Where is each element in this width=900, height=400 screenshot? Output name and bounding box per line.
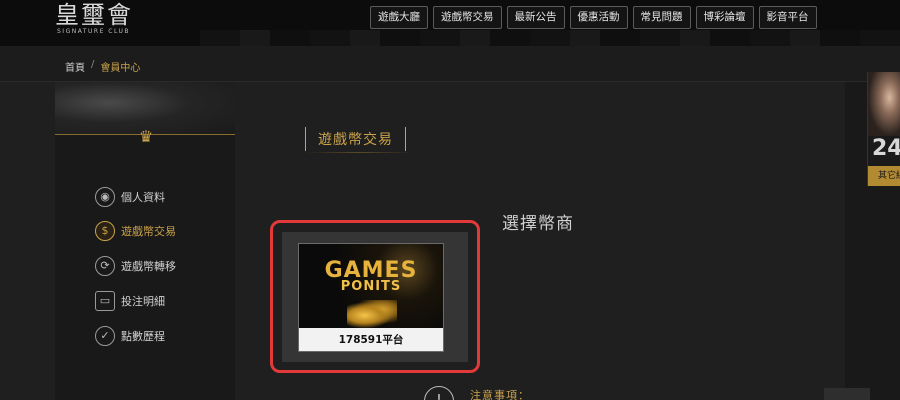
info-icon: ! — [424, 386, 454, 400]
breadcrumb-home[interactable]: 首頁 — [65, 59, 85, 74]
title-underline — [305, 152, 413, 153]
sidebar-item-points-history[interactable]: ✓ 點數歷程 — [95, 325, 165, 347]
nav-game-lobby[interactable]: 遊戲大廳 — [370, 6, 428, 29]
breadcrumb-current: 會員中心 — [100, 63, 141, 74]
logo-title: 皇璽會 — [55, 1, 133, 29]
sidebar-item-coin-trade[interactable]: $ 遊戲幣交易 — [95, 220, 176, 242]
pharaoh-icon: ♛ — [138, 127, 154, 146]
nav-forum[interactable]: 博彩論壇 — [695, 6, 754, 29]
promo-number: 24 — [872, 136, 900, 161]
member-sidebar: ♛ ◉ 個人資料 $ 遊戲幣交易 ⟳ 遊戲幣轉移 ▭ 投注明細 ✓ 點數歷程 — [55, 82, 235, 400]
scroll-top-button[interactable] — [824, 388, 870, 400]
section-title-block: 遊戲幣交易 — [305, 126, 406, 152]
breadcrumb-separator: / — [91, 59, 95, 70]
sidebar-item-coin-transfer[interactable]: ⟳ 遊戲幣轉移 — [95, 255, 176, 277]
promo-banner[interactable]: 24 其它線 — [867, 72, 900, 186]
sidebar-item-label: 遊戲幣交易 — [121, 225, 176, 238]
sidebar-item-bet-details[interactable]: ▭ 投注明細 — [95, 290, 165, 312]
transfer-icon: ⟳ — [95, 256, 115, 276]
nav-announcements[interactable]: 最新公告 — [506, 6, 565, 29]
merchant-heading: 選擇幣商 — [502, 214, 574, 234]
title-bar-right — [405, 127, 406, 151]
main-nav: 遊戲大廳 遊戲幣交易 最新公告 優惠活動 常見問題 博彩論壇 影音平台 — [370, 6, 817, 30]
logo-subtitle: SIGNATURE CLUB — [57, 28, 131, 35]
site-logo[interactable]: 皇璽會 SIGNATURE CLUB — [55, 0, 145, 40]
top-header: 皇璽會 SIGNATURE CLUB 遊戲大廳 遊戲幣交易 最新公告 優惠活動 … — [0, 0, 900, 48]
wallet-icon: ▭ — [95, 291, 115, 311]
check-circle-icon: ✓ — [95, 326, 115, 346]
user-icon: ◉ — [95, 187, 115, 207]
highlight-box — [270, 220, 480, 373]
sidebar-item-label: 個人資料 — [121, 191, 165, 204]
sidebar-item-profile[interactable]: ◉ 個人資料 — [95, 186, 165, 208]
promo-link[interactable]: 其它線 — [868, 166, 900, 186]
page-title: 遊戲幣交易 — [318, 132, 393, 148]
money-bag-icon: $ — [95, 221, 115, 241]
nav-coin-trade[interactable]: 遊戲幣交易 — [433, 6, 502, 29]
notice-title: 注意事項： — [470, 389, 530, 400]
breadcrumb-bar: 首頁 / 會員中心 — [0, 46, 900, 82]
sidebar-item-label: 遊戲幣轉移 — [121, 260, 176, 273]
nav-promotions[interactable]: 優惠活動 — [569, 6, 628, 29]
nav-faq[interactable]: 常見問題 — [632, 6, 691, 29]
sidebar-item-label: 投注明細 — [121, 295, 165, 308]
sidebar-item-label: 點數歷程 — [121, 330, 165, 343]
breadcrumb: 首頁 / 會員中心 — [65, 59, 140, 74]
promo-photo — [868, 72, 900, 136]
page: 皇璽會 SIGNATURE CLUB 遊戲大廳 遊戲幣交易 最新公告 優惠活動 … — [0, 0, 900, 400]
nav-video[interactable]: 影音平台 — [758, 6, 817, 29]
